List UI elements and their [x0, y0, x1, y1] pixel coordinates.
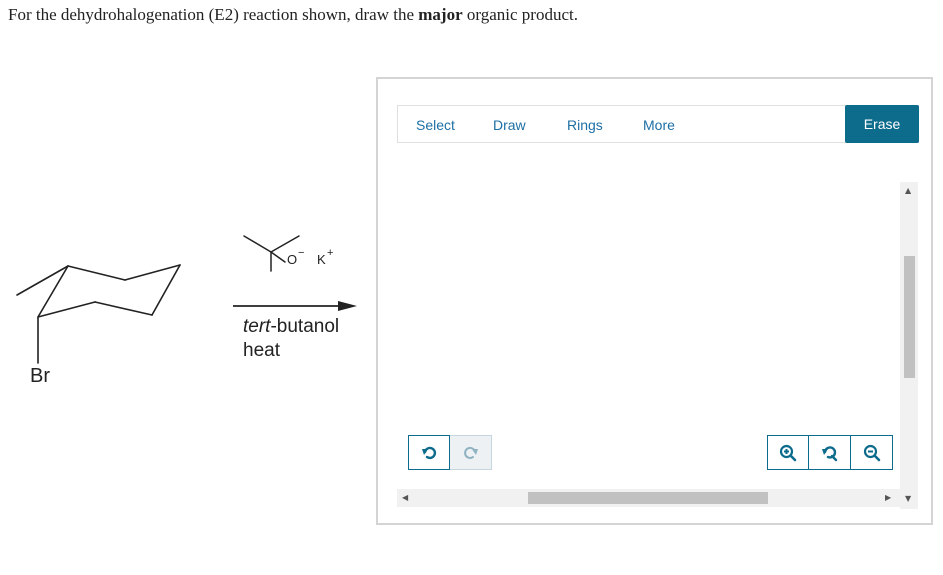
- reaction-arrow: [233, 301, 357, 311]
- horizontal-scroll-thumb[interactable]: [528, 492, 768, 504]
- scroll-right-icon[interactable]: ▶: [885, 493, 891, 502]
- zoom-out-button[interactable]: [851, 435, 893, 470]
- redo-icon: [463, 446, 478, 459]
- molecule-sketcher[interactable]: Select Draw Rings More Erase ▲ ▼ ◀ ▶: [376, 77, 933, 525]
- solvent-label: tert-butanol: [243, 316, 339, 338]
- scroll-left-icon[interactable]: ◀: [402, 493, 408, 502]
- vertical-scrollbar[interactable]: ▲ ▼: [900, 182, 918, 509]
- undo-icon: [422, 446, 437, 459]
- horizontal-scrollbar[interactable]: ◀ ▶: [397, 489, 900, 507]
- bromine-label: Br: [30, 365, 50, 387]
- history-controls: [408, 435, 492, 470]
- anion-charge: −: [298, 247, 305, 259]
- zoom-controls: [767, 435, 893, 470]
- zoom-reset-button[interactable]: [809, 435, 851, 470]
- zoom-in-icon: [779, 444, 797, 461]
- zoom-in-button[interactable]: [767, 435, 809, 470]
- reaction-drawing: [16, 235, 357, 364]
- zoom-reset-icon: [821, 445, 837, 461]
- question-suffix: organic product.: [462, 5, 578, 24]
- question-text: For the dehydrohalogenation (E2) reactio…: [8, 5, 578, 25]
- scroll-up-icon[interactable]: ▲: [905, 186, 911, 195]
- draw-tab[interactable]: Draw: [493, 106, 526, 142]
- rings-tab[interactable]: Rings: [567, 106, 603, 142]
- select-tab[interactable]: Select: [416, 106, 455, 142]
- question-prefix: For the dehydrohalogenation (E2) reactio…: [8, 5, 419, 24]
- potassium-label: K: [317, 252, 326, 267]
- erase-button[interactable]: Erase: [845, 105, 919, 143]
- question-emphasis: major: [418, 5, 463, 24]
- vertical-scroll-thumb[interactable]: [904, 256, 915, 378]
- solvent-prefix: tert: [243, 316, 271, 337]
- redo-button[interactable]: [450, 435, 492, 470]
- condition-label: heat: [243, 340, 280, 361]
- solvent-suffix: -butanol: [270, 316, 340, 337]
- scroll-down-icon[interactable]: ▼: [905, 494, 911, 503]
- more-tab[interactable]: More: [643, 106, 675, 142]
- zoom-out-icon: [863, 444, 880, 461]
- cation-charge: +: [327, 247, 334, 259]
- undo-button[interactable]: [408, 435, 450, 470]
- sketcher-toolbar: Select Draw Rings More Erase: [397, 105, 919, 143]
- chair-cyclohexane: [16, 264, 181, 364]
- reaction-scheme: Br O − K + tert-butanol heat: [0, 200, 370, 400]
- oxygen-label: O: [287, 252, 298, 267]
